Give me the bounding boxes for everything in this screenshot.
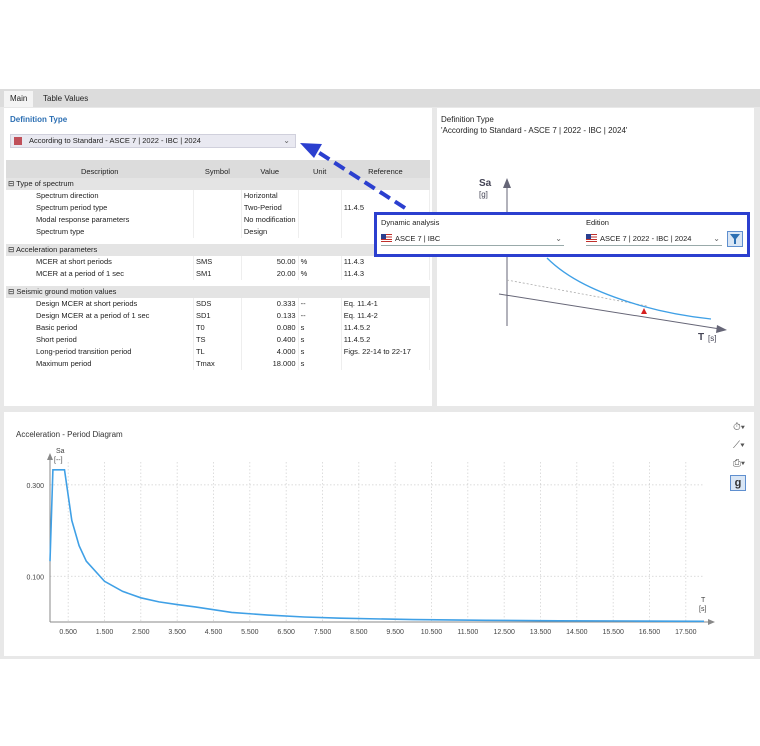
edition-label: Edition <box>586 218 609 227</box>
x-tick-label: 6.500 <box>277 629 295 636</box>
diagram-panel: Acceleration - Period Diagram 0.500 1.500… <box>4 412 754 656</box>
chevron-down-icon: ⌄ <box>713 234 720 243</box>
callout-dashed-line <box>316 150 407 210</box>
dynamic-analysis-value: ASCE 7 | IBC <box>395 234 441 243</box>
x-tick-label: 14.500 <box>566 629 588 636</box>
x-tick-label: 9.500 <box>386 629 404 636</box>
analysis-popup: Dynamic analysis ASCE 7 | IBC ⌄ Edition … <box>374 212 750 257</box>
x-tick-label: 3.500 <box>168 629 186 636</box>
x-axis-arrow <box>708 619 715 625</box>
series-line <box>49 468 705 623</box>
diagram-chart: 0.500 1.500 2.500 3.500 4.500 5.500 6.500 7.500… <box>26 453 715 636</box>
edition-dropdown[interactable]: ASCE 7 | 2022 - IBC | 2024 ⌄ <box>586 232 722 246</box>
y-tick-label: 0.300 <box>26 483 44 490</box>
x-tick-label: 8.500 <box>350 629 368 636</box>
clock-icon[interactable]: ⏱▾ <box>728 421 750 435</box>
g-icon[interactable]: g <box>730 475 746 491</box>
filter-icon[interactable] <box>727 231 743 247</box>
x-tick-label: 17.500 <box>675 629 697 636</box>
callout-arrowhead <box>300 143 322 158</box>
y-axis-arrow <box>47 453 53 460</box>
chevron-down-icon: ⌄ <box>555 234 562 243</box>
x-tick-label: 11.500 <box>457 629 478 636</box>
dynamic-analysis-label: Dynamic analysis <box>381 218 440 227</box>
x-tick-label: 4.500 <box>205 629 223 636</box>
x-tick-label: 0.500 <box>59 629 77 636</box>
x-tick-label: 16.500 <box>639 629 661 636</box>
x-tick-label: 5.500 <box>241 629 259 636</box>
x-tick-label: 15.500 <box>602 629 624 636</box>
edition-value: ASCE 7 | 2022 - IBC | 2024 <box>600 234 692 243</box>
x-tick-label: 12.500 <box>493 629 515 636</box>
diagram-y-label: Sa <box>56 448 65 455</box>
x-tick-label: 10.500 <box>421 629 443 636</box>
diagram-x-unit: [s] <box>699 606 707 613</box>
x-tick-label: 2.500 <box>132 629 150 636</box>
diagram-x-label: T <box>701 597 706 604</box>
x-tick-label: 1.500 <box>96 629 114 636</box>
dynamic-analysis-dropdown[interactable]: ASCE 7 | IBC ⌄ <box>381 232 564 246</box>
diagram-y-unit: [--] <box>54 457 63 464</box>
axis-icon[interactable]: ⟋▾ <box>728 439 750 453</box>
x-tick-label: 7.500 <box>314 629 332 636</box>
x-tick-label: 13.500 <box>530 629 552 636</box>
us-flag-icon <box>586 234 597 242</box>
us-flag-icon <box>381 234 392 242</box>
print-icon[interactable]: ⎙▾ <box>728 457 750 471</box>
y-tick-label: 0.100 <box>26 574 44 581</box>
